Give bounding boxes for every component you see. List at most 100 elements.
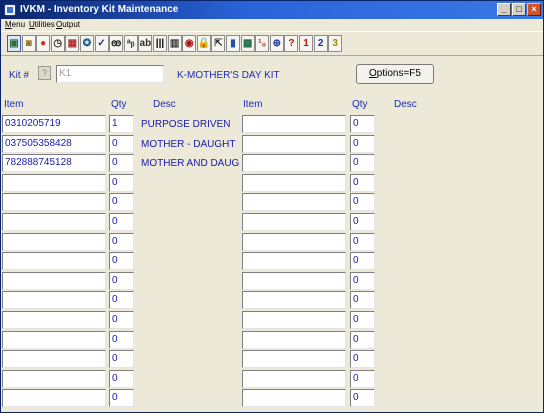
toolbar-globe-icon[interactable]: ⊕ — [269, 35, 284, 52]
toolbar-abc-icon[interactable]: ᵃᵦ — [123, 35, 138, 52]
left-qty-field[interactable]: 0 — [109, 311, 134, 329]
left-item-field[interactable] — [2, 331, 106, 349]
menu-output[interactable]: Output — [56, 20, 80, 29]
toolbar-check-icon[interactable]: ✓ — [94, 35, 109, 52]
left-qty-field[interactable]: 0 — [109, 213, 134, 231]
right-qty-field[interactable]: 0 — [350, 115, 375, 133]
menu-bar: Menu Utilities Output — [1, 19, 543, 31]
menu-menu[interactable]: Menu — [5, 20, 25, 29]
left-qty-field[interactable]: 0 — [109, 154, 134, 172]
toolbar-clock-icon[interactable]: ◷ — [50, 35, 65, 52]
right-qty-field[interactable]: 0 — [350, 135, 375, 153]
toolbar-lock-icon[interactable]: 🔒 — [196, 35, 211, 52]
left-qty-field[interactable]: 0 — [109, 252, 134, 270]
toolbar-number-icon[interactable]: ¹₀ — [255, 35, 270, 52]
left-item-field[interactable] — [2, 370, 106, 388]
toolbar-export-icon[interactable]: ⇱ — [211, 35, 226, 52]
close-button[interactable]: × — [527, 3, 541, 16]
toolbar-2-icon[interactable]: 2 — [313, 35, 328, 52]
toolbar-1-icon[interactable]: 1 — [299, 35, 313, 52]
right-item-field[interactable] — [242, 193, 346, 211]
right-item-field[interactable] — [242, 115, 346, 133]
right-item-field[interactable] — [242, 233, 346, 251]
left-qty-field[interactable]: 1 — [109, 115, 134, 133]
left-item-field[interactable]: 782888745128 — [2, 154, 106, 172]
right-qty-field[interactable]: 0 — [350, 370, 375, 388]
left-item-field[interactable] — [2, 193, 106, 211]
right-item-field[interactable] — [242, 174, 346, 192]
right-qty-field[interactable]: 0 — [350, 350, 375, 368]
left-item-field[interactable] — [2, 213, 106, 231]
toolbar-spell-icon[interactable]: ab — [138, 35, 153, 52]
title-bar: IVKM - Inventory Kit Maintenance _ □ × — [1, 1, 543, 19]
toolbar-binoculars-icon[interactable]: ꙭ — [109, 35, 124, 52]
options-button[interactable]: Options=F5 — [356, 64, 434, 84]
left-item-field[interactable] — [2, 311, 106, 329]
toolbar-calendar-icon[interactable]: ▦ — [65, 35, 80, 52]
left-qty-field[interactable]: 0 — [109, 174, 134, 192]
right-item-field[interactable] — [242, 370, 346, 388]
right-item-field[interactable] — [242, 331, 346, 349]
window-title: IVKM - Inventory Kit Maintenance — [20, 4, 179, 15]
right-item-field[interactable] — [242, 213, 346, 231]
toolbar-clipboard-icon[interactable]: ◙ — [21, 35, 36, 52]
left-desc-text: MOTHER - DAUGHT — [141, 139, 236, 150]
left-item-field[interactable] — [2, 291, 106, 309]
right-item-field[interactable] — [242, 291, 346, 309]
left-qty-field[interactable]: 0 — [109, 135, 134, 153]
left-desc-header: Desc — [153, 99, 176, 110]
right-qty-field[interactable]: 0 — [350, 213, 375, 231]
kit-help-button[interactable]: ? — [38, 66, 51, 80]
right-qty-field[interactable]: 0 — [350, 174, 375, 192]
left-item-field[interactable] — [2, 174, 106, 192]
right-item-field[interactable] — [242, 389, 346, 407]
right-qty-field[interactable]: 0 — [350, 252, 375, 270]
right-qty-header: Qty — [352, 99, 368, 110]
right-item-field[interactable] — [242, 135, 346, 153]
left-qty-field[interactable]: 0 — [109, 370, 134, 388]
left-desc-text: MOTHER AND DAUG — [141, 158, 240, 169]
toolbar-3-icon[interactable]: 3 — [328, 35, 343, 52]
left-qty-field[interactable]: 0 — [109, 331, 134, 349]
left-qty-field[interactable]: 0 — [109, 233, 134, 251]
right-item-field[interactable] — [242, 252, 346, 270]
left-qty-field[interactable]: 0 — [109, 272, 134, 290]
right-item-field[interactable] — [242, 350, 346, 368]
minimize-button[interactable]: _ — [497, 3, 511, 16]
right-qty-field[interactable]: 0 — [350, 154, 375, 172]
left-qty-field[interactable]: 0 — [109, 350, 134, 368]
right-item-field[interactable] — [242, 311, 346, 329]
toolbar-record-icon[interactable]: ◉ — [182, 35, 197, 52]
right-qty-field[interactable]: 0 — [350, 193, 375, 211]
menu-utilities[interactable]: Utilities — [29, 20, 55, 29]
left-item-field[interactable] — [2, 233, 106, 251]
maximize-button[interactable]: □ — [512, 3, 526, 16]
left-item-field[interactable]: 037505358428 — [2, 135, 106, 153]
toolbar-columns-icon[interactable]: ▥ — [167, 35, 182, 52]
left-qty-field[interactable]: 0 — [109, 389, 134, 407]
left-item-field[interactable] — [2, 350, 106, 368]
right-qty-field[interactable]: 0 — [350, 272, 375, 290]
kit-number-field[interactable]: K1 — [56, 65, 164, 83]
right-qty-field[interactable]: 0 — [350, 233, 375, 251]
right-qty-field[interactable]: 0 — [350, 331, 375, 349]
left-qty-field[interactable]: 0 — [109, 193, 134, 211]
right-qty-field[interactable]: 0 — [350, 389, 375, 407]
right-item-header: Item — [243, 99, 263, 110]
toolbar-chart-icon[interactable]: ▮ — [226, 35, 240, 52]
toolbar-barcode-icon[interactable]: ||| — [153, 35, 167, 52]
right-qty-field[interactable]: 0 — [350, 291, 375, 309]
right-item-field[interactable] — [242, 272, 346, 290]
toolbar-image-icon[interactable]: ▩ — [240, 35, 255, 52]
left-item-field[interactable] — [2, 252, 106, 270]
left-item-field[interactable]: 0310205719 — [2, 115, 106, 133]
left-qty-field[interactable]: 0 — [109, 291, 134, 309]
right-item-field[interactable] — [242, 154, 346, 172]
toolbar-apple-icon[interactable]: ● — [36, 35, 51, 52]
left-item-field[interactable] — [2, 272, 106, 290]
left-item-field[interactable] — [2, 389, 106, 407]
toolbar-screen-icon[interactable]: ▣ — [7, 35, 21, 52]
toolbar-gear-icon[interactable]: ✪ — [80, 35, 94, 52]
right-qty-field[interactable]: 0 — [350, 311, 375, 329]
toolbar-help-icon[interactable]: ? — [284, 35, 299, 52]
